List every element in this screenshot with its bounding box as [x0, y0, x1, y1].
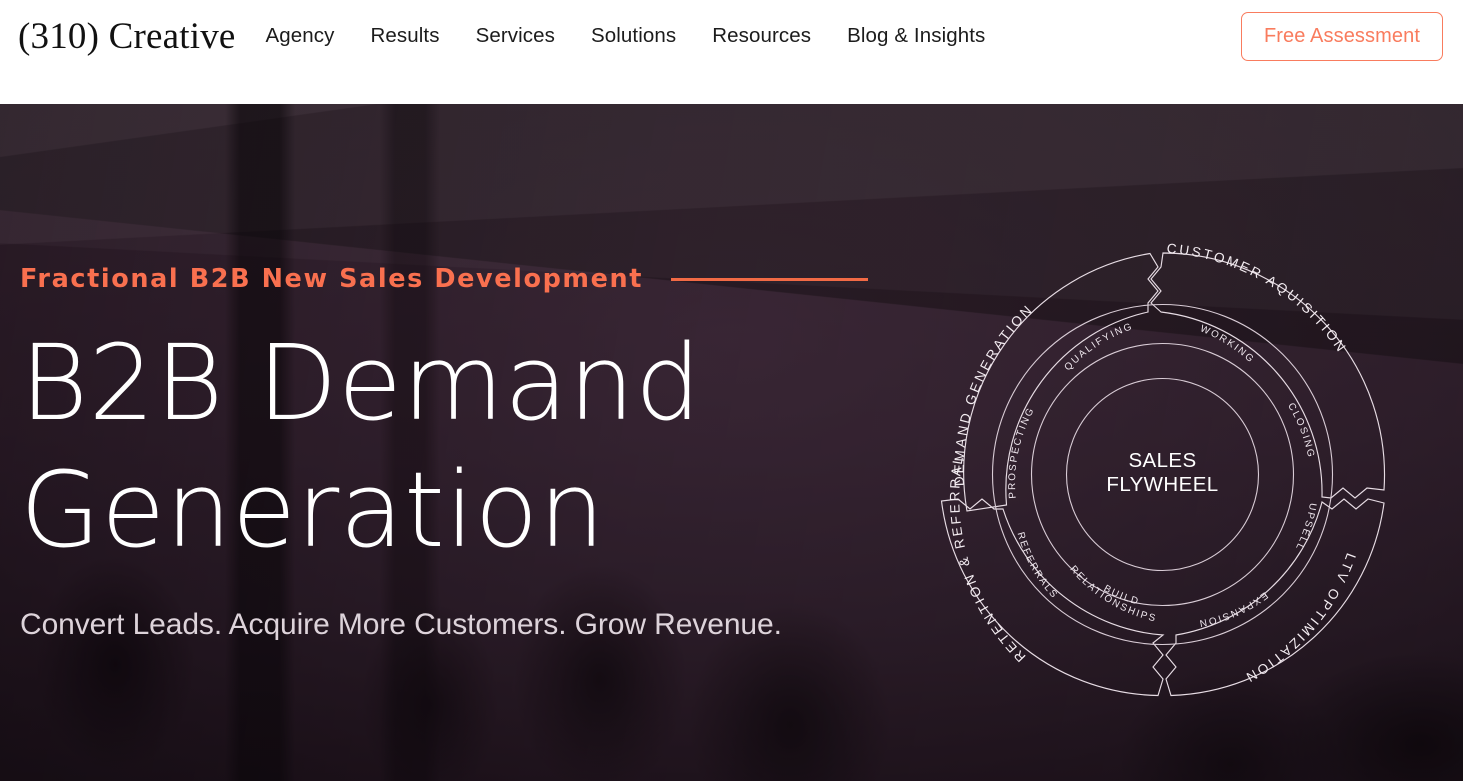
nav-item-results[interactable]: Results	[353, 24, 458, 48]
brand-logo[interactable]: (310) Creative	[18, 18, 236, 55]
header-cta-container: Free Assessment	[1240, 11, 1443, 61]
hero-section: Fractional B2B New Sales Development B2B…	[0, 104, 1463, 781]
hero-copy-block: Fractional B2B New Sales Development B2B…	[20, 264, 869, 642]
inner-label-working: WORKING	[1198, 323, 1256, 365]
hero-subheadline: Convert Leads. Acquire More Customers. G…	[20, 607, 782, 641]
nav-item-agency[interactable]: Agency	[266, 24, 353, 48]
flywheel-center-line-1: SALES	[1128, 449, 1196, 472]
inner-label-referrals: REFERRALS	[1015, 531, 1061, 601]
nav-item-resources[interactable]: Resources	[694, 24, 829, 48]
flywheel-center-line-2: FLYWHEEL	[1106, 473, 1218, 496]
hero-headline: B2B Demand Generation	[20, 320, 868, 574]
sales-flywheel-diagram: DEMAND GENERATION CUSTOMER AQUISITION LT…	[905, 217, 1420, 732]
inner-label-qualifying: QUALIFYING	[1063, 321, 1135, 373]
inner-label-closing: CLOSING	[1285, 401, 1316, 459]
inner-label-expansion: EXPANSION	[1197, 589, 1270, 628]
free-assessment-button[interactable]: Free Assessment	[1240, 11, 1443, 61]
hero-headline-line-2: Generation	[20, 448, 606, 571]
site-header: (310) Creative Agency Results Services S…	[0, 0, 1463, 104]
nav-item-blog-insights[interactable]: Blog & Insights	[829, 24, 1003, 48]
inner-label-prospecting: PROSPECTING	[1007, 405, 1037, 499]
nav-item-services[interactable]: Services	[458, 24, 573, 48]
nav-item-solutions[interactable]: Solutions	[573, 24, 694, 48]
hero-eyebrow-row: Fractional B2B New Sales Development	[20, 264, 869, 294]
inner-label-upsell: UPSELL	[1292, 502, 1317, 553]
outer-label-ltv-optimization: LTV OPTIMIZATION	[1242, 551, 1359, 686]
primary-navigation: Agency Results Services Solutions Resour…	[266, 24, 1004, 48]
hero-eyebrow-rule	[671, 277, 869, 281]
hero-headline-line-1: B2B Demand	[20, 322, 702, 444]
outer-label-customer-aquisition: CUSTOMER AQUISITION	[1166, 241, 1350, 356]
hero-eyebrow: Fractional B2B New Sales Development	[20, 264, 644, 294]
